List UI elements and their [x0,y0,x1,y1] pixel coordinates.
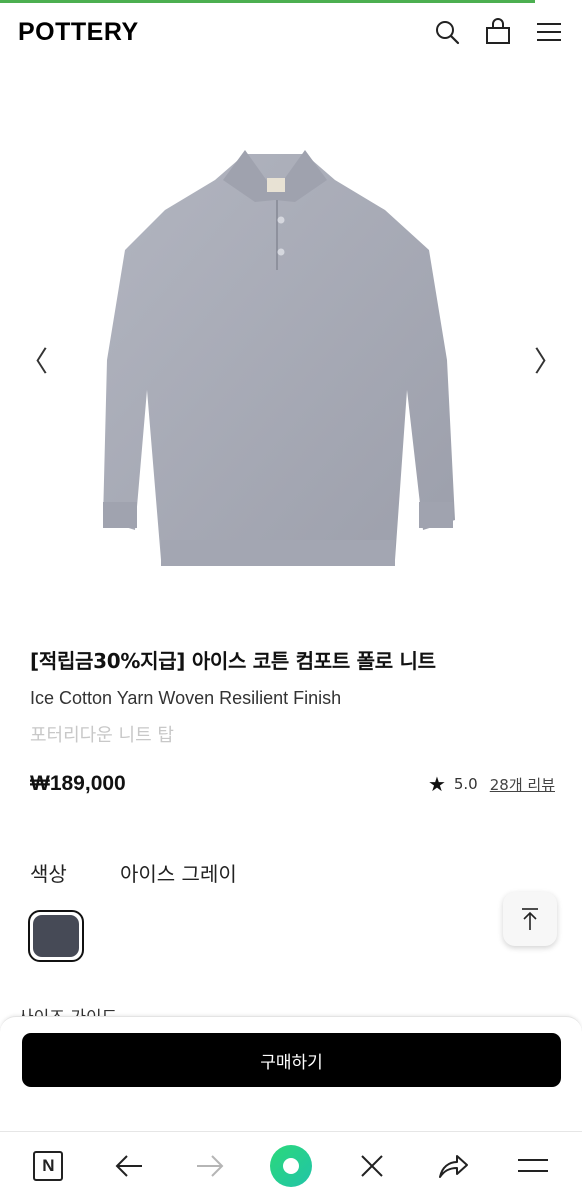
site-header: POTTERY [0,3,582,61]
gallery-next-button[interactable]: 〉 [534,340,562,380]
product-subtitle: Ice Cotton Yarn Woven Resilient Finish [30,688,342,708]
browser-menu-icon[interactable] [511,1144,555,1188]
color-label: 색상 [30,862,67,886]
naver-icon[interactable]: N [26,1144,70,1188]
site-logo[interactable]: POTTERY [18,18,139,47]
star-icon: ★ [427,772,446,796]
rating-value: 5.0 [453,775,478,793]
product-gallery: 〈 〉 [0,80,582,620]
browser-toolbar: N [0,1131,582,1200]
forward-arrow-icon[interactable] [188,1144,232,1188]
selected-color-name: 아이스 그레이 [120,862,237,886]
menu-icon[interactable] [533,17,564,48]
green-dot-icon[interactable] [269,1144,313,1188]
product-image [103,150,455,566]
rating-summary: ★ 5.0 28개 리뷰 [428,772,555,796]
arrow-up-icon [522,908,538,930]
product-title: [적립금30%지급] 아이스 코튼 컴포트 폴로 니트 [30,649,436,673]
shopping-bag-icon[interactable] [482,17,513,48]
reviews-link[interactable]: 28개 리뷰 [490,774,555,795]
header-icons [431,17,564,48]
close-icon[interactable] [350,1144,394,1188]
purchase-panel: 구매하기 [0,1016,582,1132]
color-swatch-fill [33,915,79,957]
buy-button[interactable]: 구매하기 [22,1033,561,1087]
share-icon[interactable] [431,1144,475,1188]
gallery-prev-button[interactable]: 〈 [20,340,48,380]
price-row: ₩189,000 ★ 5.0 28개 리뷰 [30,772,555,796]
product-category[interactable]: 포터리다운 니트 탑 [30,721,560,747]
product-price: ₩189,000 [30,772,126,795]
back-arrow-icon[interactable] [107,1144,151,1188]
search-icon[interactable] [431,17,462,48]
product-info: [적립금30%지급] 아이스 코튼 컴포트 폴로 니트 Ice Cotton Y… [30,645,560,747]
color-option-row: 색상 아이스 그레이 [30,858,237,887]
scroll-to-top-button[interactable] [503,892,557,946]
color-swatch-selected[interactable] [28,910,84,962]
